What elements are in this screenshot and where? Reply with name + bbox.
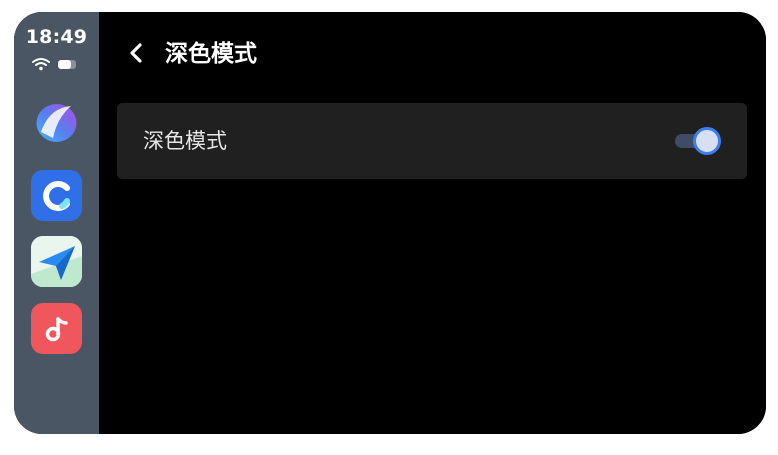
app-grid-icon[interactable] [38,374,74,410]
browser-app-button[interactable] [31,170,82,221]
status-icons [32,56,84,72]
navigation-app-button[interactable] [31,236,82,287]
back-button[interactable] [123,40,149,66]
dark-mode-setting-row: 深色模式 [117,103,747,179]
music-note-icon [45,316,68,341]
dark-mode-toggle[interactable] [675,127,721,155]
battery-icon [58,59,76,69]
page-title: 深色模式 [165,41,257,67]
browser-c-icon [42,180,70,211]
assistant-app-button[interactable] [31,96,82,147]
navigation-arrow-icon [31,236,82,287]
dock: 18:49 [14,12,99,434]
assistant-orb-icon [36,104,77,142]
music-app-button[interactable] [31,303,82,354]
car-screen: 18:49 深色模式 深色模式 [14,12,766,434]
battery-fill [58,59,71,69]
settings-panel: 深色模式 深色模式 [99,12,766,434]
dark-mode-label: 深色模式 [143,129,227,153]
wifi-icon [32,58,50,71]
toggle-knob [693,127,721,155]
status-time: 18:49 [25,26,88,48]
chevron-left-icon [130,43,142,63]
